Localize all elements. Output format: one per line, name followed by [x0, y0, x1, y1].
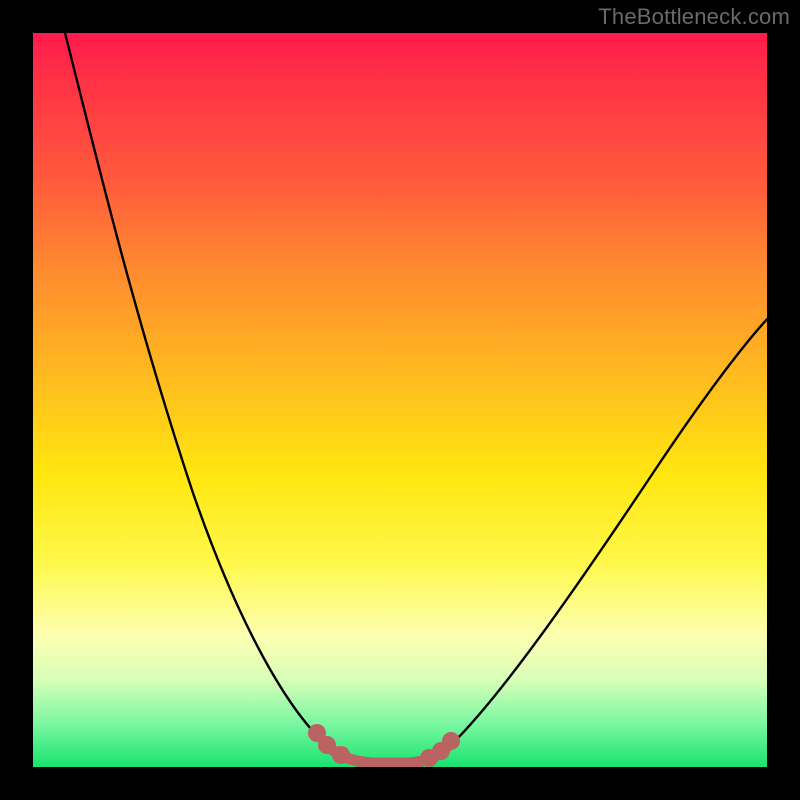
- marker-dot: [442, 732, 460, 750]
- gradient-plot-area: [33, 33, 767, 767]
- watermark-text: TheBottleneck.com: [598, 4, 790, 30]
- curve-path: [63, 33, 767, 763]
- chart-stage: TheBottleneck.com: [0, 0, 800, 800]
- marker-dot: [332, 746, 350, 764]
- bottleneck-curve: [33, 33, 767, 767]
